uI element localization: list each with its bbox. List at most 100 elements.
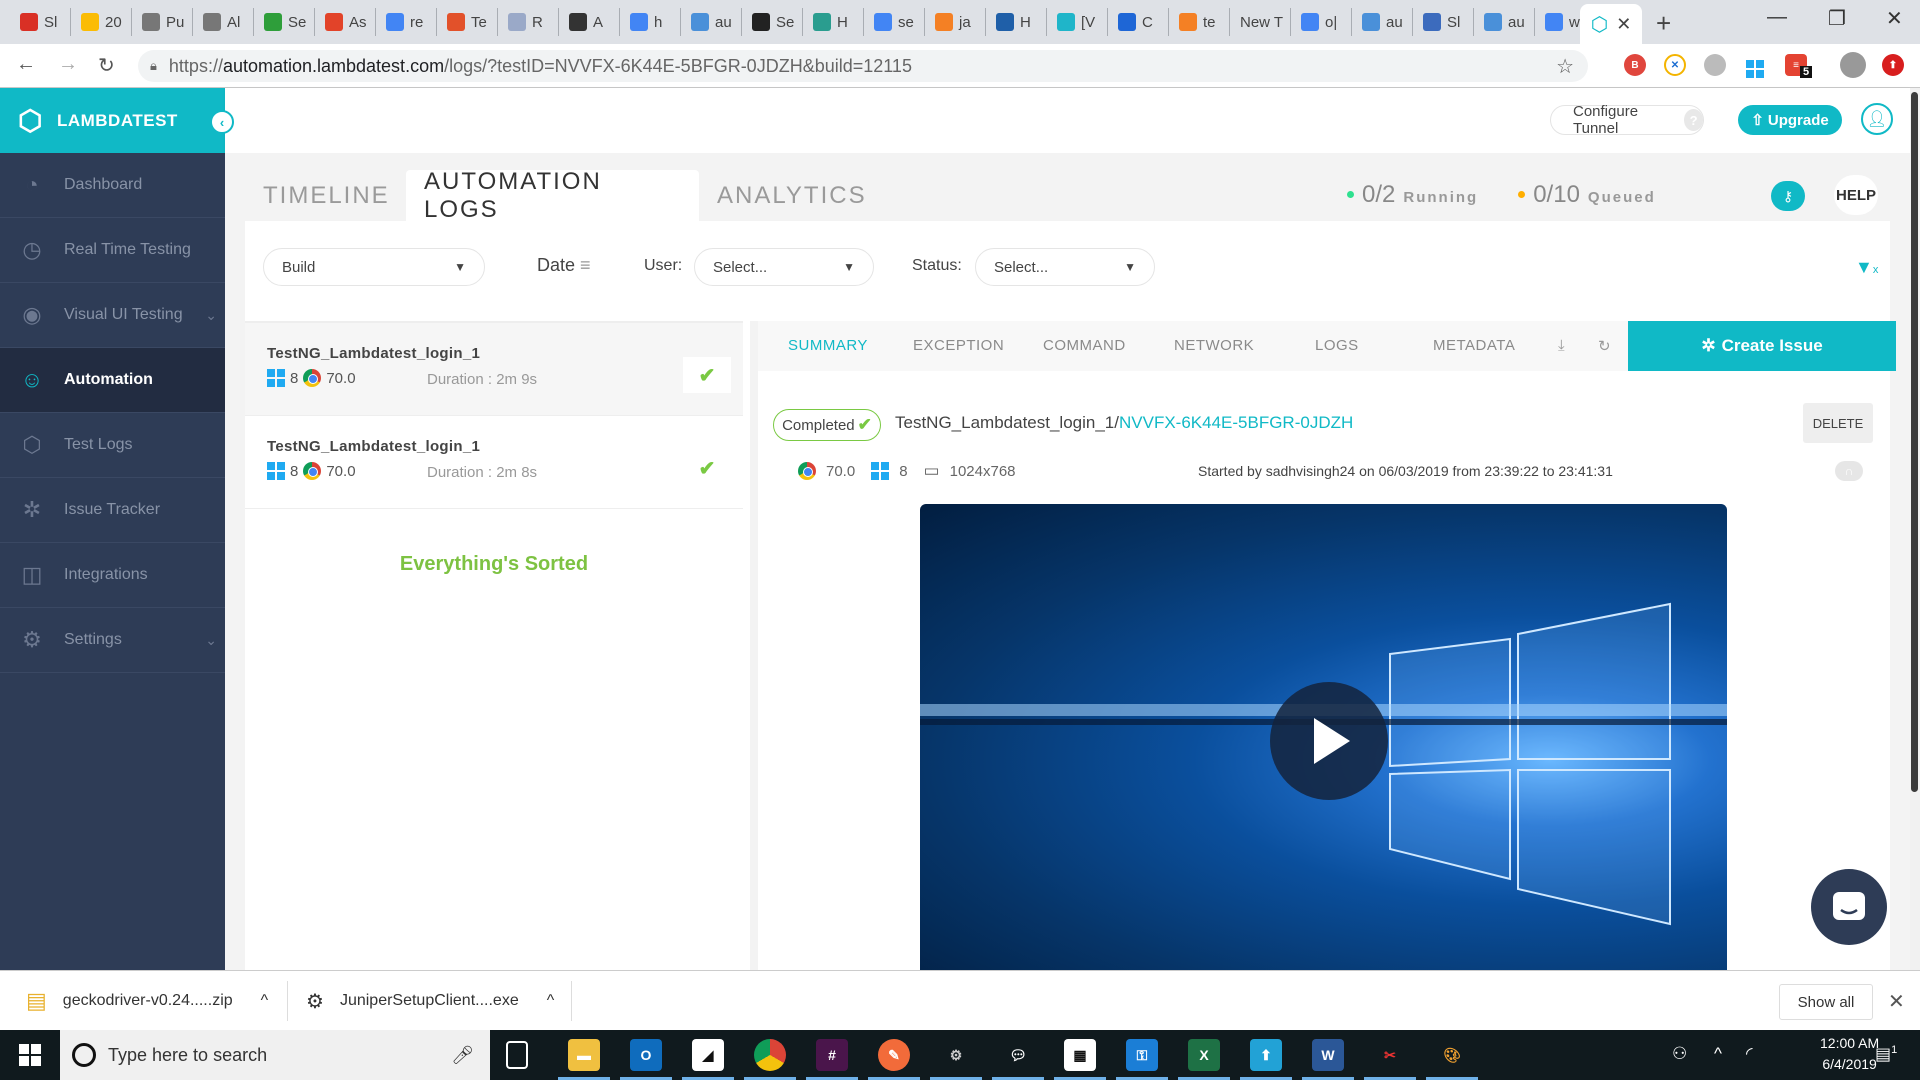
access-key-button[interactable]: ⚷ (1771, 181, 1805, 211)
browser-tab[interactable]: H (803, 8, 864, 36)
browser-tab[interactable]: Sl (10, 8, 71, 36)
tab-timeline[interactable]: TIMELINE (245, 170, 408, 222)
browser-tab[interactable]: au (681, 8, 742, 36)
paint-icon[interactable]: 🎨︎ (1426, 1039, 1478, 1080)
show-all-downloads-button[interactable]: Show all (1779, 984, 1873, 1020)
taskbar-search[interactable]: Type here to search 🎤︎ (60, 1030, 490, 1080)
calculator-icon[interactable]: ▦ (1054, 1039, 1106, 1080)
upgrade-button[interactable]: ⇧ Upgrade (1738, 105, 1842, 135)
sidebar-item-integrations[interactable]: ◫ Integrations (0, 543, 225, 608)
outlook-icon[interactable]: O (620, 1039, 672, 1080)
sidebar-item-real-time-testing[interactable]: ◷ Real Time Testing (0, 218, 225, 283)
toggle-switch[interactable]: ∩ (1835, 461, 1863, 481)
sidebar-item-issue-tracker[interactable]: ✲ Issue Tracker (0, 478, 225, 543)
sidebar-item-automation[interactable]: ☺ Automation (0, 348, 225, 413)
chat-support-button[interactable] (1811, 869, 1887, 945)
gear-app-icon[interactable]: ⚙ (930, 1039, 982, 1080)
browser-tab[interactable]: R (498, 8, 559, 36)
sidebar-item-visual-ui-testing[interactable]: ◉ Visual UI Testing ⌄ (0, 283, 225, 348)
subtab-exception[interactable]: EXCEPTION (913, 337, 1004, 354)
people-icon[interactable]: ⚇ (1672, 1044, 1687, 1064)
help-question-icon[interactable]: ? (1684, 109, 1703, 131)
extension-circle-icon[interactable] (1704, 54, 1726, 76)
browser-tab[interactable]: New T (1230, 8, 1291, 36)
chevron-up-icon[interactable]: ^ (547, 992, 555, 1010)
browser-tab[interactable]: au (1474, 8, 1535, 36)
chrome-taskbar-icon[interactable] (744, 1039, 796, 1080)
page-scrollbar-thumb[interactable] (1911, 92, 1918, 792)
system-clock[interactable]: 12:00 AM 6/4/2019 (1820, 1033, 1879, 1075)
browser-tab[interactable]: te (1169, 8, 1230, 36)
play-button[interactable] (1270, 682, 1388, 800)
configure-tunnel-button[interactable]: Configure Tunnel ? (1550, 103, 1704, 137)
browser-tab[interactable]: o| (1291, 8, 1352, 36)
browser-tab[interactable]: Al (193, 8, 254, 36)
close-downloads-icon[interactable]: ✕ (1888, 989, 1905, 1014)
chevron-down-icon[interactable]: ⌄ (205, 632, 217, 649)
chevron-up-icon[interactable]: ^ (261, 992, 269, 1010)
brand-header[interactable]: ⬡ LAMBDATEST (0, 88, 225, 153)
back-icon[interactable]: ← (16, 53, 36, 76)
tray-chevron-icon[interactable]: ^ (1714, 1044, 1722, 1064)
browser-tab[interactable]: As (315, 8, 376, 36)
subtab-command[interactable]: COMMAND (1043, 337, 1126, 354)
extension-b-icon[interactable]: B (1624, 54, 1646, 76)
browser-tab[interactable]: re (376, 8, 437, 36)
browser-tab[interactable]: A (559, 8, 620, 36)
browser-tab[interactable]: se (864, 8, 925, 36)
start-button[interactable] (0, 1030, 60, 1080)
restore-icon[interactable]: ❐ (1828, 6, 1846, 31)
test-list-item[interactable]: TestNG_Lambdatest_login_1 8 70.0 Duration :… (245, 323, 743, 416)
browser-tab[interactable]: au (1352, 8, 1413, 36)
browser-tab[interactable]: Te (437, 8, 498, 36)
browser-tab[interactable]: Sl (1413, 8, 1474, 36)
download-item[interactable]: ▤ geckodriver-v0.24.....zip ^ (26, 971, 268, 1031)
tab-analytics[interactable]: ANALYTICS (699, 170, 885, 222)
delete-button[interactable]: DELETE (1803, 403, 1873, 443)
feedback-icon[interactable]: 💬︎ (992, 1039, 1044, 1080)
subtab-logs[interactable]: LOGS (1315, 337, 1359, 354)
forward-icon[interactable]: → (58, 53, 78, 76)
help-button[interactable]: HELP (1834, 175, 1878, 215)
word-icon[interactable]: W (1302, 1039, 1354, 1080)
browser-tab[interactable]: Se (254, 8, 315, 36)
new-tab-button[interactable]: + (1656, 8, 1671, 39)
browser-tab[interactable]: h (620, 8, 681, 36)
browser-tab[interactable]: H (986, 8, 1047, 36)
user-profile-icon[interactable]: 👤︎ (1861, 103, 1893, 135)
browser-tab[interactable]: 20 (71, 8, 132, 36)
bookmark-star-icon[interactable]: ☆ (1556, 54, 1574, 79)
test-list-item[interactable]: TestNG_Lambdatest_login_1 8 70.0 Duration :… (245, 416, 743, 509)
wifi-icon[interactable]: ◜ (1746, 1044, 1753, 1064)
status-select[interactable]: Select... ▼ (975, 248, 1155, 286)
reload-icon[interactable]: ↻ (98, 53, 115, 78)
sidebar-item-test-logs[interactable]: ⬡ Test Logs (0, 413, 225, 478)
subtab-metadata[interactable]: METADATA (1433, 337, 1515, 354)
close-tab-icon[interactable]: ✕ (1616, 14, 1631, 35)
extension-tool-icon[interactable]: ✕ (1664, 54, 1686, 76)
sidebar-item-settings[interactable]: ⚙ Settings ⌄ (0, 608, 225, 673)
microphone-icon[interactable]: 🎤︎ (451, 1045, 474, 1066)
test-id-link[interactable]: NVVFX-6K44E-5BFGR-0JDZH (1119, 413, 1353, 432)
browser-tab[interactable]: ja (925, 8, 986, 36)
browser-tab[interactable]: Pu (132, 8, 193, 36)
user-select[interactable]: Select... ▼ (694, 248, 874, 286)
download-item[interactable]: ⚙ JuniperSetupClient....exe ^ (306, 971, 554, 1031)
task-view-icon[interactable] (506, 1041, 528, 1069)
snipping-tool-icon[interactable]: ✂ (1364, 1039, 1416, 1080)
create-issue-button[interactable]: ✲ Create Issue (1628, 321, 1896, 371)
date-sort[interactable]: Date ≡ (537, 255, 591, 276)
browser-tab[interactable]: [V (1047, 8, 1108, 36)
profile-avatar[interactable] (1840, 52, 1866, 78)
remote-app-icon[interactable]: ⬆ (1240, 1039, 1292, 1080)
sidebar-item-dashboard[interactable]: ◔ Dashboard (0, 153, 225, 218)
extension-windows-icon[interactable] (1746, 55, 1764, 78)
tab-automation-logs[interactable]: AUTOMATION LOGS (406, 168, 699, 223)
clear-filter-icon[interactable]: ▼x (1855, 257, 1878, 278)
subtab-summary[interactable]: SUMMARY (788, 337, 868, 354)
close-window-icon[interactable]: ✕ (1886, 6, 1903, 31)
excel-icon[interactable]: X (1178, 1039, 1230, 1080)
dell-app-icon[interactable]: ⚿ (1116, 1039, 1168, 1080)
build-select[interactable]: Build ▼ (263, 248, 485, 286)
sticky-notes-icon[interactable]: ◢ (682, 1039, 734, 1080)
